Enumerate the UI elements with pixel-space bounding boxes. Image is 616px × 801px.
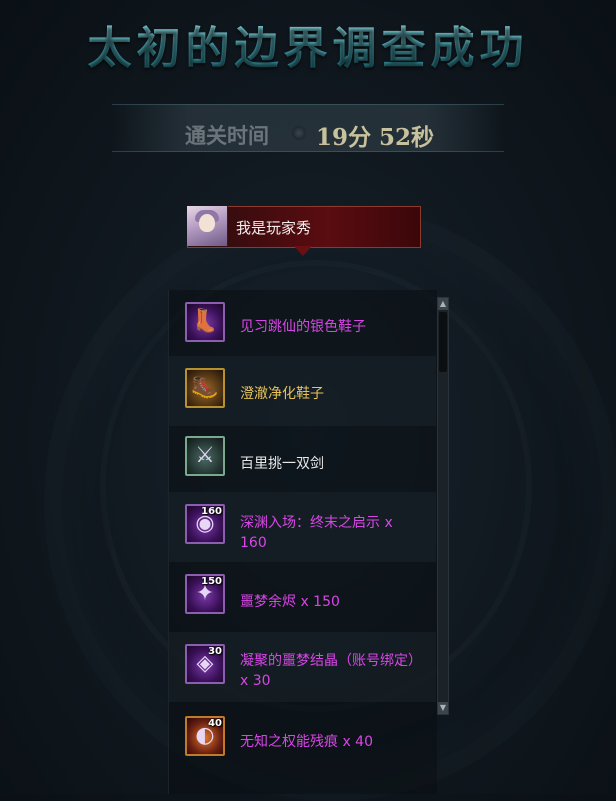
scroll-down-arrow-icon[interactable]: ▼ bbox=[438, 702, 448, 714]
item-quantity-badge: 40 bbox=[208, 718, 222, 729]
reward-item[interactable]: 👢 见习跳仙的银色鞋子 bbox=[168, 290, 436, 360]
avatar-face bbox=[199, 214, 215, 232]
item-quantity-badge: 30 bbox=[208, 646, 222, 657]
reward-item[interactable]: ◈ 30 凝聚的噩梦结晶（账号绑定）x 30 bbox=[168, 632, 436, 702]
reward-item[interactable]: ⚔ 百里挑一双剑 bbox=[168, 424, 436, 494]
reward-list-scrollbar[interactable]: ▲ ▼ bbox=[437, 297, 449, 715]
reward-item[interactable]: 🥾 澄澈净化鞋子 bbox=[168, 356, 436, 426]
item-quantity-badge: 160 bbox=[201, 506, 222, 517]
player-tag-pointer-icon bbox=[294, 246, 312, 256]
reward-item-name: 无知之权能残痕 x 40 bbox=[240, 734, 373, 750]
result-title: 太初的边界调查成功 bbox=[0, 12, 616, 76]
sword-icon: ⚔ bbox=[185, 436, 225, 476]
boots-icon: 🥾 bbox=[185, 368, 225, 408]
reward-item-name: 百里挑一双剑 bbox=[240, 456, 324, 472]
scroll-up-arrow-icon[interactable]: ▲ bbox=[438, 298, 448, 310]
fragment-icon: ◐ 40 bbox=[185, 716, 225, 756]
player-name: 我是玩家秀 bbox=[236, 219, 312, 237]
clear-time-bar bbox=[112, 104, 504, 152]
reward-item-name: 澄澈净化鞋子 bbox=[240, 386, 324, 402]
crystal-icon: ◈ 30 bbox=[185, 644, 225, 684]
clock-icon bbox=[292, 126, 306, 140]
boots-icon: 👢 bbox=[185, 302, 225, 342]
orb-icon: ◉ 160 bbox=[185, 504, 225, 544]
ember-icon: ✦ 150 bbox=[185, 574, 225, 614]
clear-time-label: 通关时间 bbox=[185, 123, 269, 148]
reward-item[interactable]: ✦ 150 噩梦余烬 x 150 bbox=[168, 562, 436, 632]
reward-item[interactable]: ◐ 40 无知之权能残痕 x 40 bbox=[168, 704, 436, 774]
player-avatar bbox=[187, 206, 228, 246]
reward-item-name: 深渊入场：终末之启示 x 160 bbox=[240, 515, 393, 551]
clear-time-value: 19分 52秒 bbox=[316, 124, 435, 151]
reward-item-name: 凝聚的噩梦结晶（账号绑定）x 30 bbox=[240, 653, 415, 689]
reward-item-name: 噩梦余烬 x 150 bbox=[240, 594, 340, 610]
reward-item[interactable]: ◉ 160 深渊入场：终末之启示 x 160 bbox=[168, 492, 436, 562]
scroll-thumb[interactable] bbox=[439, 312, 447, 372]
reward-item-name: 见习跳仙的银色鞋子 bbox=[240, 319, 366, 335]
item-quantity-badge: 150 bbox=[201, 576, 222, 587]
